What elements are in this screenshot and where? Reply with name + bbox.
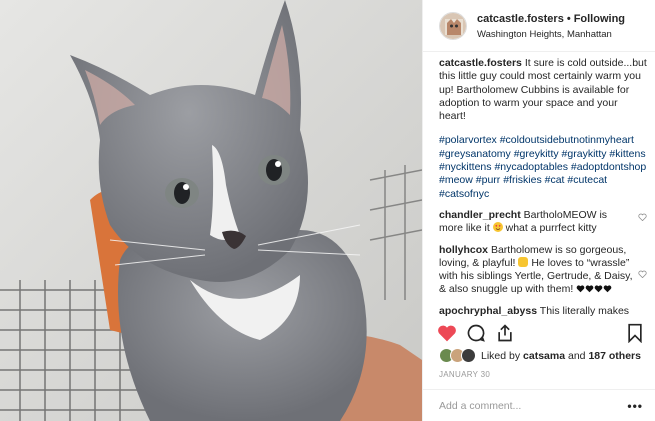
more-options-button[interactable]: ••• (627, 399, 643, 413)
comment-username[interactable]: apochryphal_abyss (439, 305, 537, 316)
share-icon[interactable] (495, 323, 515, 343)
comment-like-heart-icon[interactable] (638, 213, 647, 221)
comment-username[interactable]: hollyhcox (439, 244, 488, 256)
heart-eyes-emoji (492, 222, 503, 233)
comment-icon[interactable] (466, 323, 486, 343)
bookmark-icon[interactable] (625, 323, 645, 343)
liker-avatars (439, 348, 476, 363)
black-heart-emoji-row (576, 283, 612, 295)
post-header-text: catcastle.fosters • Following Washington H… (477, 10, 625, 42)
comment-text: This literally makes (539, 304, 630, 316)
black-heart-emoji (576, 285, 585, 293)
caption-username[interactable]: catcastle.fosters (439, 57, 522, 69)
header-line: catcastle.fosters • Following (477, 10, 625, 27)
smiling-cat-emoji (518, 256, 529, 267)
comments-section: catcastle.fosters It sure is cold outsid… (439, 57, 647, 316)
comment-username[interactable]: chandler_precht (439, 209, 521, 221)
likes-joiner: and (567, 349, 586, 362)
post-header: catcastle.fosters • Following Washington H… (423, 0, 655, 52)
post-actions (437, 320, 645, 346)
caption-hashtags[interactable]: #polarvortex #coldoutsidebutnotinmyheart… (439, 134, 647, 200)
likes-summary: Liked by catsama and 187 others (439, 348, 641, 363)
post-date[interactable]: JANUARY 30 (439, 370, 490, 379)
following-button[interactable]: Following (574, 13, 625, 25)
add-comment-input[interactable] (439, 399, 628, 412)
comment-item: chandler_precht BartholoMEOW is more lik… (439, 209, 647, 236)
author-username[interactable]: catcastle.fosters (477, 13, 564, 25)
likes-others[interactable]: 187 others (588, 350, 641, 362)
black-heart-emoji (585, 285, 594, 293)
liker-avatar[interactable] (461, 348, 476, 363)
separator-dot: • (566, 12, 571, 25)
comment-item: hollyhcox Bartholomew is so gorgeous, lo… (439, 244, 647, 297)
post-caption: catcastle.fosters It sure is cold outsid… (439, 57, 647, 201)
post-side-panel: catcastle.fosters • Following Washington H… (422, 0, 655, 421)
instagram-post: catcastle.fosters • Following Washington H… (0, 0, 655, 421)
likes-prefix: Liked by (481, 349, 521, 362)
comment-text-continued: what a purrfect kitty (505, 222, 597, 235)
post-photo-kitten[interactable] (0, 0, 422, 421)
comment-item: apochryphal_abyss This literally makes (439, 305, 647, 316)
kitten-photo (0, 0, 422, 421)
avatar[interactable] (439, 11, 467, 40)
avatar-image (440, 12, 466, 39)
heart-filled-icon[interactable] (437, 323, 457, 343)
add-comment-bar: ••• (423, 389, 655, 421)
black-heart-emoji (594, 285, 603, 293)
likes-user[interactable]: catsama (523, 350, 565, 362)
post-location[interactable]: Washington Heights, Manhattan (477, 27, 625, 42)
black-heart-emoji (603, 285, 612, 293)
comment-like-heart-icon[interactable] (638, 270, 647, 278)
